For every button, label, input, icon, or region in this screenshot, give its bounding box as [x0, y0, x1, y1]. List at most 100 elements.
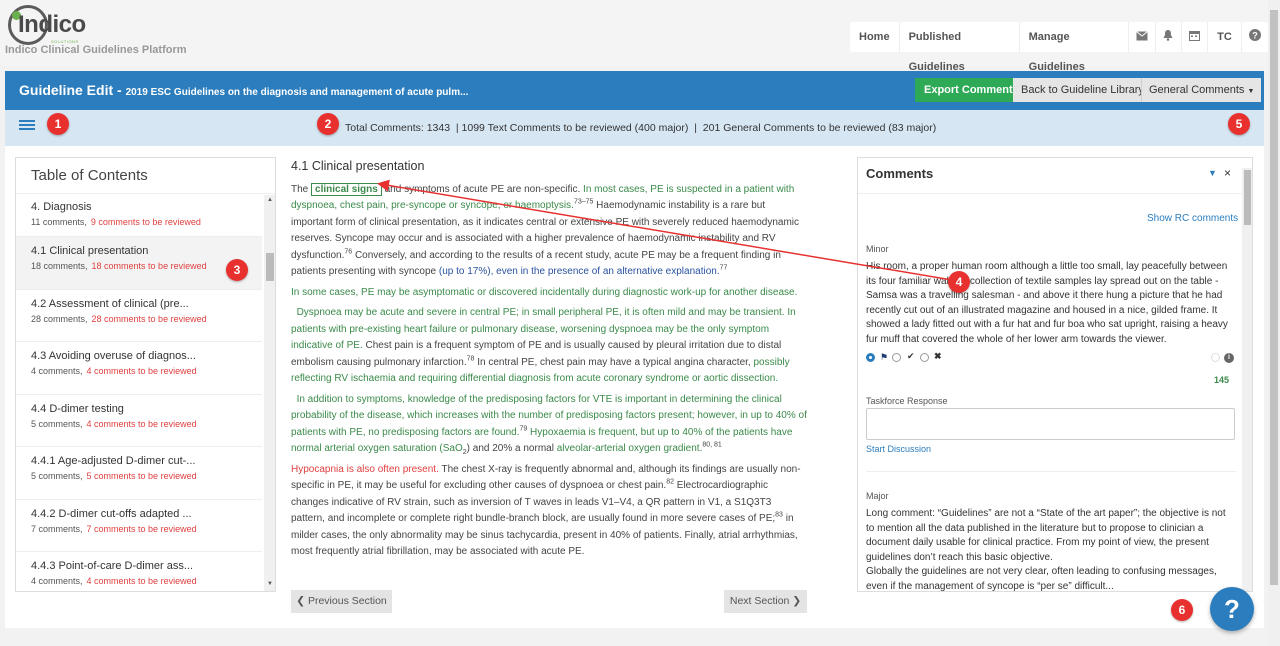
radio-selected[interactable] — [866, 353, 875, 362]
radio-flag[interactable] — [892, 353, 901, 362]
close-icon[interactable]: × — [1224, 166, 1231, 180]
top-nav: Home Published Guidelines Manage Guideli… — [850, 22, 1268, 73]
toc-item[interactable]: 4.4.1 Age-adjusted D-dimer cut-... 5 com… — [16, 447, 262, 500]
toc-item-title: 4.2 Assessment of clinical (pre... — [31, 297, 189, 310]
previous-section-button[interactable]: ❮ Previous Section — [291, 590, 392, 613]
divider — [866, 471, 1236, 472]
section-heading: 4.1 Clinical presentation — [291, 159, 425, 173]
start-discussion-link[interactable]: Start Discussion — [866, 444, 931, 454]
help-button[interactable]: ? — [1210, 587, 1254, 631]
toc-item-counts: 4 comments, 4 comments to be reviewed — [31, 576, 262, 586]
toc-item[interactable]: 4. Diagnosis 11 comments, 9 comments to b… — [16, 195, 262, 237]
general-comments-label: General Comments — [1149, 84, 1245, 96]
comment-count: 28 comments, — [31, 313, 88, 324]
reference[interactable]: 76 — [344, 248, 352, 255]
paragraph: Dyspnoea may be acute and severe in cent… — [291, 305, 807, 388]
export-comments-button[interactable]: Export Comments — [915, 78, 1028, 102]
toc-item[interactable]: 4.4.3 Point-of-care D-dimer ass... 4 com… — [16, 552, 262, 591]
bell-icon[interactable] — [1156, 22, 1182, 52]
toc-item-title: 4. Diagnosis — [31, 201, 92, 213]
comments-panel: Comments ▼ × Show RC comments Minor His … — [857, 157, 1253, 592]
radio-accept[interactable] — [920, 353, 929, 362]
chevron-left-icon: ❮ — [296, 595, 306, 607]
toc-list: 4. Diagnosis 11 comments, 9 comments to b… — [16, 195, 262, 591]
logo-text: Indico — [18, 11, 86, 38]
nav-published-guidelines[interactable]: Published Guidelines — [900, 22, 1020, 73]
toc-item[interactable]: 4.4 D-dimer testing 5 comments, 4 comment… — [16, 395, 262, 447]
comment-count: 7 comments, — [31, 523, 83, 534]
radio-disabled[interactable] — [1211, 353, 1220, 362]
toc-item-counts: 4 comments, 4 comments to be reviewed — [31, 366, 262, 376]
text: In central PE, chest pain may have a typ… — [474, 356, 754, 368]
toc-item-title: 4.4.1 Age-adjusted D-dimer cut-... — [31, 455, 196, 467]
toc-scroll-thumb[interactable] — [266, 253, 274, 281]
calendar-icon[interactable] — [1182, 22, 1209, 52]
review-options: ⚑ ✔ ✖ i — [866, 351, 1236, 365]
page-title-prefix: Guideline Edit - — [19, 82, 126, 98]
next-section-button[interactable]: Next Section ❯ — [724, 590, 807, 613]
comment-count: 4 comments, — [31, 576, 83, 586]
comment-text-part: Globally the guidelines are not very cle… — [866, 566, 1217, 592]
scroll-up-icon[interactable]: ▲ — [267, 197, 273, 203]
comment-text-part: Long comment: “Guidelines” are not a “St… — [866, 508, 1226, 563]
comments-header: Comments ▼ × — [858, 158, 1242, 194]
envelope-icon[interactable] — [1129, 22, 1156, 52]
indico-logo[interactable]: Indico SOLUTIONS — [8, 5, 86, 45]
toc-item[interactable]: 4.2 Assessment of clinical (pre... 28 co… — [16, 290, 262, 342]
reference[interactable]: 82 — [666, 479, 674, 486]
toc-item-title: 4.4.3 Point-of-care D-dimer ass... — [31, 560, 194, 572]
help-circle-icon[interactable]: ? — [1242, 22, 1268, 52]
toc-item[interactable]: 4.3 Avoiding overuse of diagnos... 4 com… — [16, 342, 262, 395]
svg-text:?: ? — [1252, 31, 1258, 41]
commented-text[interactable]: (up to 17%), even in the presence of an … — [439, 266, 720, 277]
guideline-title-bar: Guideline Edit - 2019 ESC Guidelines on … — [5, 71, 1264, 110]
reference[interactable]: 73–75 — [574, 199, 593, 206]
reference[interactable]: 80, 81 — [702, 442, 721, 449]
review-count: 9 comments to be reviewed — [90, 217, 201, 227]
toc-scrollbar[interactable]: ▲ ▼ — [264, 195, 275, 591]
scroll-down-icon[interactable]: ▼ — [267, 581, 273, 587]
toc-item[interactable]: 4.4.2 D-dimer cut-offs adapted ... 7 com… — [16, 500, 262, 552]
comments-scroll-thumb[interactable] — [1244, 170, 1251, 225]
commented-text[interactable]: alveolar-arterial oxygen gradient. — [557, 443, 703, 454]
review-count: 7 comments to be reviewed — [86, 523, 197, 534]
taskforce-response-input[interactable] — [866, 408, 1235, 440]
nav-manage-guidelines[interactable]: Manage Guidelines — [1020, 22, 1130, 73]
page-scroll-thumb[interactable] — [1270, 10, 1278, 585]
comment-text: His room, a proper human room although a… — [866, 261, 1228, 345]
taskforce-response-label: Taskforce Response — [866, 396, 948, 406]
commented-text[interactable]: Hypocapnia is also often present. — [291, 464, 439, 475]
toc-item-counts: 11 comments, 9 comments to be reviewed — [31, 217, 262, 227]
chevron-down-icon[interactable]: ▼ — [1208, 168, 1217, 178]
comment-severity: Major — [866, 491, 889, 501]
commented-paragraph[interactable]: In some cases, PE may be asymptomatic or… — [291, 285, 807, 302]
nav-home[interactable]: Home — [850, 22, 900, 52]
text: The — [291, 183, 312, 195]
info-icon[interactable]: i — [1224, 353, 1234, 363]
toc-item-title: 4.4 D-dimer testing — [31, 402, 124, 415]
back-to-library-button[interactable]: Back to Guideline Library — [1013, 78, 1152, 102]
reference[interactable]: 83 — [775, 512, 783, 519]
review-count: 4 comments to be reviewed — [86, 418, 197, 429]
comment-count: 18 comments, — [31, 261, 88, 271]
annotation-badge-3: 3 — [226, 259, 248, 281]
cross-icon: ✖ — [934, 351, 942, 361]
next-label: Next Section — [729, 595, 790, 607]
toc-item-active[interactable]: 4.1 Clinical presentation 18 comments, 18… — [16, 237, 262, 290]
comments-scrollbar[interactable] — [1242, 168, 1252, 591]
comment-text: Long comment: “Guidelines” are not a “St… — [866, 507, 1236, 592]
chevron-right-icon: ❯ — [792, 595, 802, 607]
list-icon[interactable] — [19, 120, 35, 134]
page-title: Guideline Edit - 2019 ESC Guidelines on … — [19, 82, 468, 98]
show-rc-comments-link[interactable]: Show RC comments — [1147, 213, 1238, 224]
text: ) and 20% a normal — [466, 443, 557, 454]
general-comments-dropdown[interactable]: General Comments ▼ — [1141, 78, 1262, 102]
paragraph: The clinical signs and symptoms of acute… — [291, 182, 807, 281]
highlighted-text[interactable]: clinical signs — [311, 182, 382, 196]
user-initials[interactable]: TC — [1208, 22, 1242, 52]
annotation-badge-5: 5 — [1228, 113, 1250, 135]
review-count: 4 comments to be reviewed — [86, 366, 197, 376]
toc-item-counts: 5 comments, 4 comments to be reviewed — [31, 419, 262, 429]
page-scrollbar[interactable] — [1268, 0, 1280, 646]
reference[interactable]: 77 — [720, 265, 728, 272]
